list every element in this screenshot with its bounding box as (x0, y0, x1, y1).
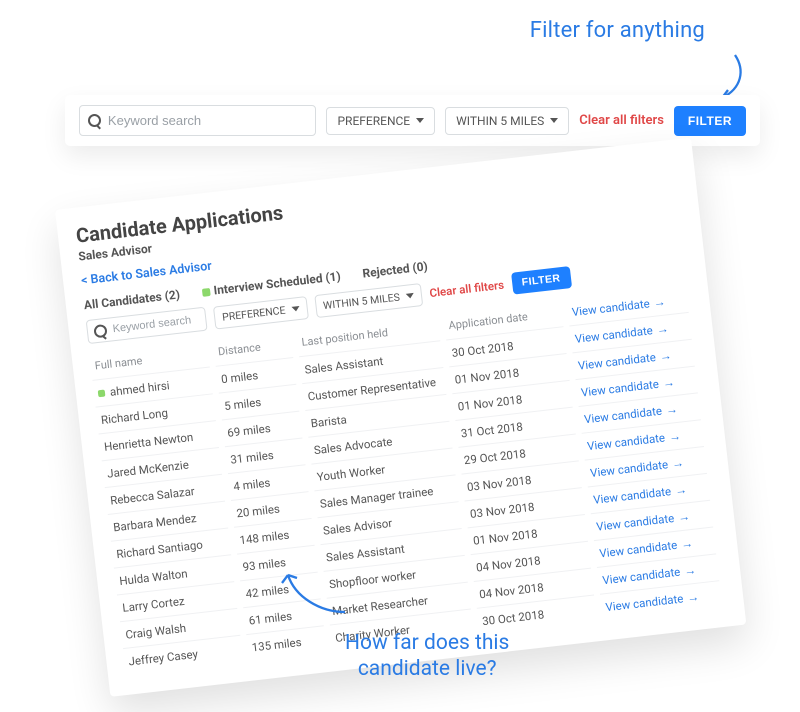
distance-label: WITHIN 5 MILES (322, 290, 400, 312)
arrow-right-icon: → (653, 295, 667, 310)
view-candidate-label: View candidate (592, 484, 671, 507)
arrow-right-icon: → (680, 536, 694, 551)
arrow-right-icon: → (662, 375, 676, 390)
chevron-down-icon (416, 118, 424, 123)
clear-filters-link[interactable]: Clear all filters (579, 113, 664, 128)
annotation-distance-hint: How far does this candidate live? (345, 630, 509, 683)
search-icon (93, 324, 105, 338)
search-input-wrapper[interactable] (79, 105, 316, 136)
arrow-right-icon: → (659, 348, 673, 363)
tab-all-candidates[interactable]: All Candidates (2) (83, 287, 180, 312)
view-candidate-label: View candidate (605, 591, 684, 614)
chevron-down-icon (550, 118, 558, 123)
preference-dropdown[interactable]: PREFERENCE (326, 107, 435, 135)
preference-label: PREFERENCE (337, 114, 410, 128)
arrow-right-icon: → (671, 455, 685, 470)
keyword-search-input[interactable] (106, 112, 308, 129)
annotation-bottom-l2: candidate live? (358, 657, 497, 681)
annotation-bottom-l1: How far does this (345, 631, 509, 655)
view-candidate-label: View candidate (599, 538, 678, 561)
view-candidate-label: View candidate (574, 323, 653, 346)
chevron-down-icon (291, 305, 300, 311)
card-preference-dropdown[interactable]: PREFERENCE (213, 296, 309, 329)
chevron-down-icon (405, 292, 414, 298)
annotation-filter-hint: Filter for anything (530, 18, 705, 43)
arrow-right-icon: → (686, 590, 700, 605)
card-clear-filters-link[interactable]: Clear all filters (429, 278, 505, 300)
status-dot-icon (201, 288, 210, 297)
view-candidate-label: View candidate (580, 377, 659, 400)
candidates-table: Full name Distance Last position held Ap… (90, 286, 727, 675)
arrow-right-icon: → (674, 482, 688, 497)
preference-label: PREFERENCE (221, 303, 286, 323)
view-candidate-label: View candidate (586, 430, 665, 453)
distance-label: WITHIN 5 MILES (456, 114, 544, 128)
view-candidate-label: View candidate (589, 457, 668, 480)
view-candidate-label: View candidate (577, 350, 656, 373)
filter-bar: PREFERENCE WITHIN 5 MILES Clear all filt… (65, 95, 760, 146)
card-search-wrapper[interactable] (86, 307, 208, 344)
view-candidate-label: View candidate (583, 404, 662, 427)
card-filter-button[interactable]: FILTER (511, 266, 572, 295)
status-dot-icon (98, 390, 106, 398)
search-icon (88, 114, 100, 127)
applications-card: Candidate Applications Sales Advisor < B… (55, 138, 746, 697)
distance-dropdown[interactable]: WITHIN 5 MILES (445, 107, 569, 135)
arrow-right-icon: → (665, 402, 679, 417)
back-link[interactable]: < Back to Sales Advisor (80, 259, 212, 289)
arrow-right-icon: → (677, 509, 691, 524)
view-candidate-label: View candidate (596, 511, 675, 534)
view-candidate-label: View candidate (602, 565, 681, 588)
arrow-right-icon: → (683, 563, 697, 578)
view-candidate-header-label: View candidate (571, 296, 650, 319)
card-distance-dropdown[interactable]: WITHIN 5 MILES (314, 283, 423, 318)
arrow-right-icon: → (656, 321, 670, 336)
arrow-right-icon: → (668, 429, 682, 444)
filter-button[interactable]: FILTER (674, 106, 746, 136)
tab-rejected[interactable]: Rejected (0) (362, 259, 429, 280)
card-keyword-search-input[interactable] (110, 312, 200, 336)
